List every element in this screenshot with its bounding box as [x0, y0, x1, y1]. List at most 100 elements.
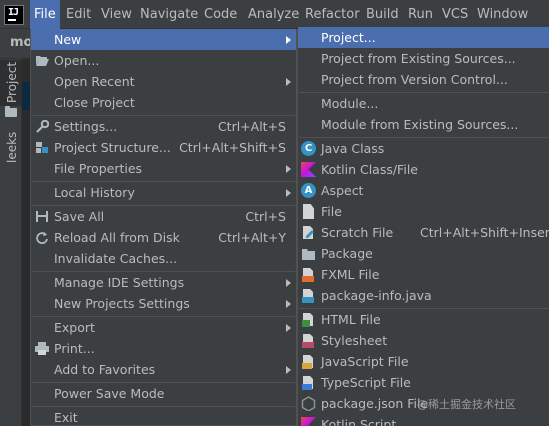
- new-menu-html-file[interactable]: HTML File: [298, 309, 549, 330]
- new-menu-package-info[interactable]: package-info.java: [298, 285, 549, 306]
- shortcut-project-structure: Ctrl+Alt+Shift+S: [179, 140, 286, 155]
- file-menu-invalidate-caches[interactable]: Invalidate Caches...: [31, 248, 296, 269]
- new-menu-module-label: Module...: [321, 96, 379, 111]
- new-menu-module[interactable]: Module...: [298, 93, 549, 114]
- file-menu-add-to-favorites-label: Add to Favorites: [54, 362, 156, 377]
- file-menu-export[interactable]: Export: [31, 317, 296, 338]
- kotlin-script-icon: [301, 417, 316, 426]
- file-menu-power-save-mode[interactable]: Power Save Mode: [31, 383, 296, 404]
- menu-view[interactable]: View: [97, 0, 136, 29]
- package-icon: [302, 249, 315, 260]
- menu-code[interactable]: Code: [200, 0, 241, 29]
- menu-window[interactable]: Window: [473, 0, 532, 29]
- file-menu-local-history[interactable]: Local History: [31, 182, 296, 203]
- scratch-file-icon: [303, 226, 314, 239]
- aspect-icon: A: [301, 183, 316, 198]
- file-menu-open-recent-label: Open Recent: [54, 74, 135, 89]
- wrench-icon: [36, 120, 49, 133]
- file-menu-project-structure[interactable]: Project Structure... Ctrl+Alt+Shift+S: [31, 137, 296, 158]
- file-menu-print[interactable]: Print...: [31, 338, 296, 359]
- file-menu-save-all[interactable]: Save All Ctrl+S: [31, 206, 296, 227]
- new-menu-kotlin-script[interactable]: Kotlin Script: [298, 414, 549, 426]
- file-menu-exit[interactable]: Exit: [31, 407, 296, 426]
- nodejs-icon: [301, 396, 316, 411]
- new-menu-project[interactable]: Project...: [298, 27, 549, 48]
- menu-build[interactable]: Build: [362, 0, 403, 29]
- new-menu-project-existing-sources[interactable]: Project from Existing Sources...: [298, 48, 549, 69]
- file-menu-new-label: New: [54, 32, 82, 47]
- file-menu-export-label: Export: [54, 320, 95, 335]
- file-menu-project-structure-label: Project Structure...: [54, 140, 171, 155]
- file-menu-add-to-favorites[interactable]: Add to Favorites: [31, 359, 296, 380]
- menu-edit[interactable]: Edit: [62, 0, 95, 29]
- menu-vcs[interactable]: VCS: [438, 0, 472, 29]
- shortcut-save-all: Ctrl+S: [245, 209, 286, 224]
- new-menu-javascript-file-label: JavaScript File: [321, 354, 409, 369]
- file-menu-new-projects-settings[interactable]: New Projects Settings: [31, 293, 296, 314]
- file-menu-local-history-label: Local History: [54, 185, 135, 200]
- file-menu-new-projects-settings-label: New Projects Settings: [54, 296, 190, 311]
- new-submenu-popup: Project... Project from Existing Sources…: [297, 27, 549, 426]
- new-menu-html-file-label: HTML File: [321, 312, 381, 327]
- file-menu-settings[interactable]: Settings... Ctrl+Alt+S: [31, 116, 296, 137]
- java-class-icon: C: [301, 141, 316, 156]
- menu-file[interactable]: File: [30, 0, 60, 29]
- new-menu-typescript-file[interactable]: TypeScript File: [298, 372, 549, 393]
- watermark-text: @稀土掘金技术社区: [417, 398, 516, 411]
- intellij-app-icon[interactable]: IJ: [4, 5, 24, 25]
- submenu-arrow-icon: [286, 36, 291, 44]
- new-menu-module-existing-sources[interactable]: Module from Existing Sources...: [298, 114, 549, 135]
- new-menu-project-vcs-label: Project from Version Control...: [321, 72, 508, 87]
- typescript-file-icon: [302, 376, 313, 390]
- shortcut-settings: Ctrl+Alt+S: [217, 119, 286, 134]
- new-menu-project-vcs[interactable]: Project from Version Control...: [298, 69, 549, 90]
- submenu-arrow-icon: [286, 366, 291, 374]
- new-menu-javascript-file[interactable]: JavaScript File: [298, 351, 549, 372]
- file-menu-open-label: Open...: [54, 53, 100, 68]
- menu-refactor[interactable]: Refactor: [301, 0, 364, 29]
- file-menu-new[interactable]: New: [31, 29, 296, 50]
- file-menu-print-label: Print...: [54, 341, 95, 356]
- file-menu-power-save-mode-label: Power Save Mode: [54, 386, 165, 401]
- file-menu-open[interactable]: Open...: [31, 50, 296, 71]
- menu-run[interactable]: Run: [404, 0, 437, 29]
- file-icon: [303, 204, 314, 219]
- file-menu-file-properties-label: File Properties: [54, 161, 143, 176]
- file-menu-invalidate-caches-label: Invalidate Caches...: [54, 251, 178, 266]
- file-menu-reload-all-label: Reload All from Disk: [54, 230, 180, 245]
- new-menu-java-class-label: Java Class: [321, 141, 385, 156]
- new-menu-module-existing-sources-label: Module from Existing Sources...: [321, 117, 519, 132]
- new-menu-kotlin-script-label: Kotlin Script: [321, 417, 397, 426]
- javascript-file-icon: [302, 355, 313, 369]
- file-menu-close-project-label: Close Project: [54, 95, 135, 110]
- menu-navigate[interactable]: Navigate: [136, 0, 202, 29]
- new-menu-fxml-file-label: FXML File: [321, 267, 380, 282]
- shortcut-scratch-file: Ctrl+Alt+Shift+Insert: [420, 225, 549, 240]
- file-menu-settings-label: Settings...: [54, 119, 118, 134]
- project-tree-selection: [22, 82, 30, 110]
- new-menu-fxml-file[interactable]: FXML File: [298, 264, 549, 285]
- file-menu-popup: New Open... Open Recent Close Project Se…: [30, 29, 297, 426]
- file-menu-file-properties[interactable]: File Properties: [31, 158, 296, 179]
- menu-analyze[interactable]: Analyze: [244, 0, 303, 29]
- submenu-arrow-icon: [286, 189, 291, 197]
- file-menu-close-project[interactable]: Close Project: [31, 92, 296, 113]
- file-menu-open-recent[interactable]: Open Recent: [31, 71, 296, 92]
- folder-icon: [5, 106, 17, 117]
- main-menu-bar: IJ File Edit View Navigate Code Analyze …: [0, 0, 549, 29]
- leeks-tab-label[interactable]: leeks: [5, 132, 19, 163]
- printer-icon: [35, 342, 49, 355]
- new-menu-package[interactable]: Package: [298, 243, 549, 264]
- new-menu-package-label: Package: [321, 246, 373, 261]
- new-menu-stylesheet[interactable]: Stylesheet: [298, 330, 549, 351]
- file-menu-reload-all[interactable]: Reload All from Disk Ctrl+Alt+Y: [31, 227, 296, 248]
- project-tab-label[interactable]: Project: [5, 62, 19, 103]
- new-menu-java-class[interactable]: C Java Class: [298, 138, 549, 159]
- new-menu-file[interactable]: File: [298, 201, 549, 222]
- new-menu-kotlin-class[interactable]: Kotlin Class/File: [298, 159, 549, 180]
- new-menu-aspect[interactable]: A Aspect: [298, 180, 549, 201]
- file-menu-manage-ide-settings[interactable]: Manage IDE Settings: [31, 272, 296, 293]
- new-menu-scratch-file[interactable]: Scratch File Ctrl+Alt+Shift+Insert: [298, 222, 549, 243]
- file-menu-save-all-label: Save All: [54, 209, 105, 224]
- save-icon: [36, 211, 48, 222]
